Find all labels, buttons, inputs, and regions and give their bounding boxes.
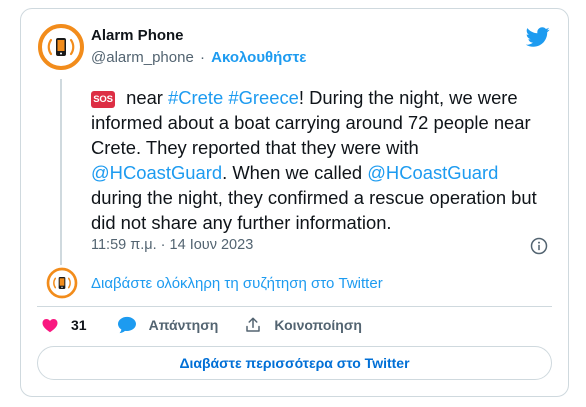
alarm-phone-logo-icon[interactable] bbox=[46, 267, 78, 299]
heart-icon bbox=[42, 319, 58, 333]
info-icon[interactable] bbox=[530, 237, 548, 255]
read-full-thread-link[interactable]: Διαβάστε ολόκληρη τη συζήτηση στο Twitte… bbox=[91, 275, 383, 292]
alarm-phone-logo-icon[interactable] bbox=[37, 23, 85, 71]
tweet-segment: near bbox=[121, 87, 169, 108]
read-more-button[interactable]: Διαβάστε περισσότερα στο Twitter bbox=[37, 346, 552, 380]
follow-button[interactable]: Ακολουθήστε bbox=[211, 49, 306, 66]
divider bbox=[37, 306, 552, 307]
reply-bubble-icon bbox=[117, 316, 136, 334]
author-handle-line: @alarm_phone · Ακολουθήστε bbox=[91, 49, 306, 66]
tweet-text: SOS near #Crete #Greece! During the nigh… bbox=[91, 85, 553, 235]
mention-hcoastguard-link[interactable]: @HCoastGuard bbox=[367, 162, 498, 183]
share-button[interactable]: Κοινοποίηση bbox=[244, 316, 362, 334]
tweet-card: Alarm Phone @alarm_phone · Ακολουθήστε S… bbox=[20, 8, 569, 397]
reply-label: Απάντηση bbox=[148, 317, 219, 333]
share-icon bbox=[246, 317, 261, 332]
like-count: 31 bbox=[71, 317, 87, 333]
tweet-segment: . When we called bbox=[222, 162, 368, 183]
author-name[interactable]: Alarm Phone bbox=[91, 27, 184, 44]
hashtag-greece-link[interactable]: #Greece bbox=[228, 87, 299, 108]
tweet-segment: during the night, they confirmed a rescu… bbox=[91, 187, 537, 233]
thread-connector-line bbox=[60, 79, 62, 265]
mention-hcoastguard-link[interactable]: @HCoastGuard bbox=[91, 162, 222, 183]
reply-button[interactable]: Απάντηση bbox=[117, 316, 219, 334]
hashtag-crete-link[interactable]: #Crete bbox=[168, 87, 223, 108]
sos-badge: SOS bbox=[91, 91, 115, 108]
like-button[interactable]: 31 bbox=[41, 316, 87, 334]
separator-dot: · bbox=[199, 49, 205, 66]
tweet-timestamp[interactable]: 11:59 π.μ. · 14 Ιουν 2023 bbox=[91, 237, 253, 253]
action-bar: 31 Απάντηση Κοινοποίηση bbox=[41, 315, 362, 335]
author-handle[interactable]: @alarm_phone bbox=[91, 49, 194, 66]
share-label: Κοινοποίηση bbox=[274, 317, 362, 333]
twitter-bird-icon[interactable] bbox=[526, 25, 550, 49]
